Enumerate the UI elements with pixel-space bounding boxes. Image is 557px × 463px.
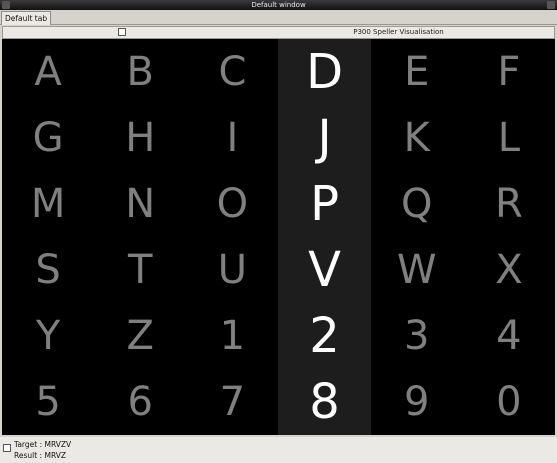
speller-cell-q: Q: [400, 181, 433, 227]
speller-cell-5: 5: [35, 379, 61, 425]
speller-cell-c: C: [218, 49, 247, 95]
speller-cell-g: G: [32, 115, 64, 161]
panel-title: P300 Speller Visualisation: [353, 28, 444, 36]
speller-cell-u: U: [217, 247, 248, 293]
speller-cell-d: D: [306, 44, 344, 100]
speller-cell-n: N: [125, 181, 156, 227]
speller-cell-k: K: [403, 115, 430, 161]
window-menu-icon[interactable]: [2, 1, 10, 9]
speller-grid: A B C D E F G H I J K L M N O P Q R S T U V W X Y Z 1 2 3 4 5 6 7 8 9 0: [2, 39, 555, 435]
speller-cell-x: X: [495, 247, 523, 293]
speller-cell-1: 1: [219, 313, 246, 359]
speller-cell-h: H: [125, 115, 156, 161]
result-text: Result : MRVZ: [14, 451, 67, 460]
window-title: Default window: [251, 1, 306, 9]
speller-cell-l: L: [497, 115, 521, 161]
speller-cell-s: S: [35, 247, 61, 293]
tab-bar: Default tab: [0, 10, 557, 25]
speller-cell-4: 4: [496, 313, 522, 359]
window-titlebar: Default window: [0, 0, 557, 10]
speller-cell-8: 8: [309, 374, 340, 430]
speller-cell-t: T: [128, 247, 153, 293]
speller-cell-3: 3: [404, 313, 430, 359]
tab-default[interactable]: Default tab: [1, 11, 52, 25]
speller-cell-v: V: [308, 242, 341, 298]
speller-cell-a: A: [34, 49, 62, 95]
panel-header: P300 Speller Visualisation: [2, 26, 555, 39]
speller-cell-7: 7: [219, 379, 246, 425]
window-close-icon[interactable]: [547, 1, 555, 9]
status-icon: [3, 444, 11, 452]
target-text: Target : MRVZV: [14, 440, 72, 449]
speller-cell-z: Z: [126, 313, 154, 359]
speller-cell-0: 0: [496, 379, 522, 425]
speller-cell-2: 2: [309, 308, 340, 364]
speller-cell-f: F: [497, 49, 521, 95]
speller-cell-r: R: [495, 181, 523, 227]
speller-cell-i: I: [226, 115, 239, 161]
speller-cell-6: 6: [127, 379, 153, 425]
speller-cell-w: W: [396, 247, 437, 293]
speller-cell-o: O: [216, 181, 249, 227]
speller-cell-e: E: [404, 49, 430, 95]
speller-cell-9: 9: [404, 379, 430, 425]
speller-cell-b: B: [126, 49, 154, 95]
speller-cell-m: M: [30, 181, 66, 227]
speller-cell-y: Y: [35, 313, 61, 359]
speller-cell-j: J: [317, 110, 332, 166]
speller-cell-p: P: [310, 176, 340, 232]
status-bar: Target : MRVZV Result : MRVZ: [0, 437, 557, 463]
